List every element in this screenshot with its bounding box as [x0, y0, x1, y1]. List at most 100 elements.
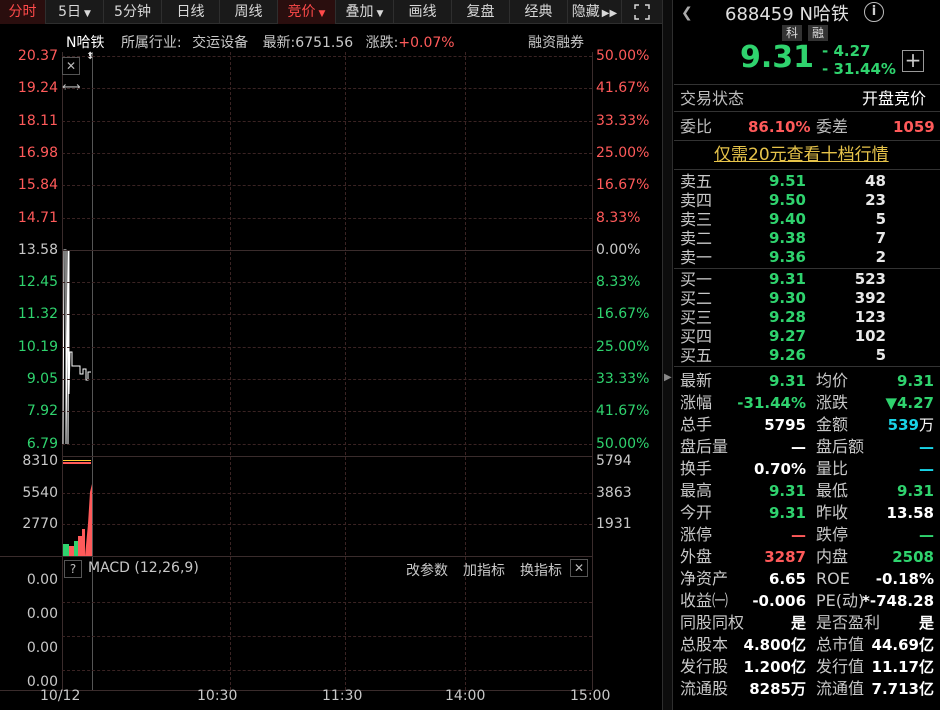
- collapse-panel-icon[interactable]: ❮: [681, 5, 693, 21]
- volume-tick-left: 5540: [22, 485, 58, 501]
- bid-price[interactable]: 9.31: [760, 270, 806, 289]
- price-tick-left: 9.05: [26, 371, 58, 387]
- bid-diff-value: 1059: [893, 118, 935, 136]
- quote-value: 7.713亿: [871, 680, 934, 698]
- bid-label: 买三: [680, 308, 713, 327]
- tab-intraday[interactable]: 分时: [0, 0, 46, 24]
- time-axis-border: [0, 690, 592, 691]
- macd-help-icon[interactable]: ?: [64, 560, 82, 578]
- quote-value: *-748.28: [862, 592, 934, 610]
- macd-tick: 0.00: [26, 606, 58, 622]
- price-change-pct: - 31.44%: [822, 60, 896, 78]
- quote-label: 昨收: [816, 503, 849, 522]
- price-gridline: [62, 314, 592, 316]
- quote-label: 发行值: [816, 657, 865, 676]
- quote-value: -0.006: [752, 592, 806, 610]
- price-gridline: [62, 249, 592, 251]
- price-tick-right: 50.00%: [596, 48, 650, 64]
- ask-label: 卖三: [680, 210, 713, 229]
- price-tick-right: 16.67%: [596, 177, 650, 194]
- bid-label: 买四: [680, 327, 713, 346]
- caret-down-icon: ▼: [376, 9, 384, 19]
- price-gridline: [62, 185, 592, 187]
- quote-label: 总市值: [816, 635, 865, 654]
- price-tick-left: 14.71: [17, 209, 58, 226]
- macd-switch-indicator-button[interactable]: 换指标: [520, 560, 562, 580]
- tab-replay[interactable]: 复盘: [452, 0, 510, 24]
- tab-hide[interactable]: 隐藏 ▶▶: [568, 0, 622, 24]
- ask-price[interactable]: 9.50: [760, 191, 806, 210]
- price-tick-left: 12.45: [17, 274, 58, 291]
- ask-price[interactable]: 9.36: [760, 248, 806, 267]
- double-arrow-icon: ▶▶: [601, 8, 618, 19]
- ask-volume: 7: [875, 229, 886, 247]
- bid-price[interactable]: 9.27: [760, 327, 806, 346]
- macd-params-button[interactable]: 改参数: [406, 560, 448, 580]
- quote-value: -0.18%: [875, 570, 934, 588]
- ask-price[interactable]: 9.38: [760, 229, 806, 248]
- tab-5day[interactable]: 5日 ▼: [46, 0, 104, 24]
- quote-value: 44.69亿: [871, 636, 934, 654]
- quote-value: 9.31: [768, 372, 806, 390]
- panel-splitter[interactable]: ▶: [662, 0, 672, 710]
- time-label: 15:00: [570, 688, 611, 704]
- quote-label: 内盘: [816, 547, 849, 566]
- bid-price[interactable]: 9.28: [760, 308, 806, 327]
- macd-add-indicator-button[interactable]: 加指标: [463, 560, 505, 580]
- price-gridline: [62, 152, 592, 154]
- fullscreen-button[interactable]: [622, 0, 662, 24]
- stock-terminal: 分时 5日 ▼ 5分钟 日线 周线 竞价 ▼ 叠加 ▼ 画线 复盘 经典 隐藏 ▶▶ N…: [0, 0, 940, 710]
- tab-auction[interactable]: 竞价 ▼: [278, 0, 336, 24]
- ask-volume: 23: [865, 191, 886, 209]
- ask-label: 卖五: [680, 172, 713, 191]
- price-tick-right: 25.00%: [596, 144, 650, 161]
- price-tick-right: 8.33%: [596, 274, 641, 291]
- tab-daily[interactable]: 日线: [162, 0, 220, 24]
- bid-label: 买二: [680, 289, 713, 308]
- quote-value: —: [791, 526, 806, 544]
- ask-price[interactable]: 9.51: [760, 172, 806, 191]
- bid-price[interactable]: 9.26: [760, 346, 806, 365]
- volume-chart-svg: [63, 460, 92, 556]
- current-price: 9.31: [740, 40, 815, 75]
- collapse-arrow-icon: ▶: [664, 372, 672, 383]
- tab-draw[interactable]: 画线: [394, 0, 452, 24]
- stock-code: 688459: [725, 4, 794, 25]
- bid-price[interactable]: 9.30: [760, 289, 806, 308]
- price-gridline: [62, 120, 592, 122]
- tab-classic[interactable]: 经典: [510, 0, 568, 24]
- tab-5min[interactable]: 5分钟: [104, 0, 162, 24]
- price-tick-right: 25.00%: [596, 338, 650, 355]
- macd-close-icon[interactable]: ✕: [570, 559, 588, 577]
- price-tick-left: 7.92: [26, 403, 58, 420]
- ask-label: 卖四: [680, 191, 713, 210]
- price-tick-left: 6.79: [26, 435, 58, 452]
- bid-diff-label: 委差: [816, 117, 849, 136]
- time-label: 14:00: [445, 688, 486, 704]
- stock-header: 688459 N哈铁: [725, 0, 849, 26]
- price-tick-left: 19.24: [17, 80, 58, 97]
- bid-volume: 123: [854, 308, 886, 326]
- tab-5day-label: 5日: [58, 4, 81, 20]
- fullscreen-icon: [634, 4, 650, 20]
- quote-label: 最高: [680, 481, 713, 500]
- info-icon[interactable]: i: [864, 2, 884, 22]
- level2-promo-link[interactable]: 仅需20元查看十档行情: [714, 145, 889, 165]
- quote-value: 2508: [892, 548, 934, 566]
- tab-weekly[interactable]: 周线: [220, 0, 278, 24]
- quote-label: 总手: [680, 415, 713, 434]
- divider: [674, 84, 940, 85]
- add-watchlist-button[interactable]: +: [902, 50, 924, 72]
- price-gridline: [62, 443, 592, 445]
- time-label: 10/12: [40, 688, 81, 704]
- ask-price[interactable]: 9.40: [760, 210, 806, 229]
- tab-overlay[interactable]: 叠加 ▼: [336, 0, 394, 24]
- price-gridline: [62, 379, 592, 380]
- bid-ratio-label: 委比: [680, 117, 713, 136]
- price-tick-right: 50.00%: [596, 435, 650, 452]
- quote-label: 量比: [816, 459, 849, 478]
- quote-value: —: [919, 460, 934, 478]
- macd-tick: 0.00: [26, 674, 58, 690]
- volume-tick-right: 5794: [596, 453, 632, 469]
- price-tick-left: 11.32: [17, 306, 58, 323]
